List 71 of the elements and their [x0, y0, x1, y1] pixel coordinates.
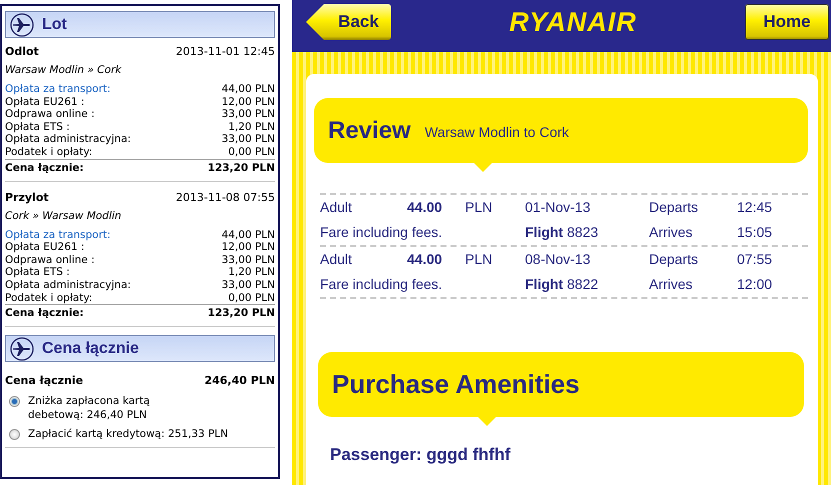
- total-amount: 123,20 PLN: [208, 306, 275, 320]
- plane-icon: [10, 336, 34, 361]
- fare-price: 44.00: [407, 198, 444, 217]
- leg-label: Przylot: [5, 190, 49, 206]
- fare-note: Fare including fees.: [320, 275, 444, 294]
- fee-label: Odprawa online :: [5, 108, 95, 121]
- passenger-type: Adult: [320, 198, 353, 217]
- fee-amount: 44,00 PLN: [222, 83, 275, 96]
- departs-label: Departs: [649, 250, 700, 269]
- leg-datetime: 2013-11-08 07:55: [176, 190, 275, 206]
- total-label: Cena łącznie: [5, 374, 84, 388]
- total-label: Cena łącznie:: [5, 306, 84, 320]
- route-text: Cork » Warsaw Modlin: [5, 208, 122, 223]
- fee-label: Opłata ETS :: [5, 266, 70, 279]
- back-button[interactable]: Back: [306, 4, 391, 40]
- total-label: Cena łącznie:: [5, 160, 84, 175]
- fee-label: Podatek i opłaty:: [5, 292, 92, 304]
- arrives-label: Arrives: [649, 275, 694, 294]
- fee-label: Odprawa online :: [5, 254, 95, 266]
- fee-amount: 33,00 PLN: [222, 278, 275, 292]
- arrival-time: 12:00: [737, 275, 774, 294]
- flight-date: 08-Nov-13: [525, 250, 592, 269]
- fee-amount: 33,00 PLN: [222, 133, 275, 146]
- fare-price: 44.00: [407, 250, 444, 269]
- departs-label: Departs: [649, 198, 700, 217]
- route-text: Warsaw Modlin » Cork: [5, 63, 122, 77]
- section-title: Cena łącznie: [42, 340, 139, 358]
- fee-label: Opłata administracyjna:: [5, 278, 131, 292]
- fee-amount: 33,00 PLN: [222, 108, 275, 121]
- currency: PLN: [465, 198, 494, 217]
- flight-date: 01-Nov-13: [525, 198, 592, 217]
- fee-amount: 0,00 PLN: [228, 292, 275, 304]
- leg-datetime: 2013-11-01 12:45: [176, 44, 275, 60]
- fare-note: Fare including fees.: [320, 223, 444, 242]
- fee-label: Opłata EU261 :: [5, 241, 84, 254]
- fee-label: Opłata ETS :: [5, 120, 70, 134]
- radio-button[interactable]: [9, 429, 20, 440]
- fee-label: Podatek i opłaty:: [5, 146, 92, 159]
- brand-logo: RYANAIR: [509, 6, 637, 38]
- route-subtitle: Warsaw Modlin to Cork: [424, 124, 569, 140]
- passenger-type: Adult: [320, 250, 353, 269]
- arrival-time: 15:05: [737, 223, 774, 242]
- fee-amount: 1,20 PLN: [228, 120, 275, 134]
- radio-button[interactable]: [9, 396, 20, 408]
- option-label: Zniżka zapłacona kartą debetową: 246,40 PLN: [28, 394, 151, 422]
- fee-link[interactable]: Opłata za transport:: [5, 83, 111, 96]
- passenger-name: Passenger: gggd fhfhf: [330, 445, 512, 465]
- fee-amount: 12,00 PLN: [222, 96, 275, 108]
- home-button[interactable]: Home: [744, 4, 829, 40]
- amenities-title: Purchase Amenities: [332, 369, 580, 400]
- plane-icon: [10, 12, 34, 36]
- fee-label: Opłata EU261 :: [5, 96, 84, 108]
- flight-number: Flight 8823: [525, 223, 600, 242]
- fee-amount: 12,00 PLN: [222, 241, 275, 254]
- leg-label: Odlot: [5, 44, 39, 60]
- arrives-label: Arrives: [649, 223, 694, 242]
- departure-time: 12:45: [737, 198, 774, 217]
- option-label: Zapłacić kartą kredytową: 251,33 PLN: [28, 427, 228, 442]
- review-title: Review: [328, 116, 411, 144]
- fee-link[interactable]: Opłata za transport:: [5, 228, 111, 242]
- fee-amount: 0,00 PLN: [228, 146, 275, 159]
- section-title: Lot: [42, 16, 67, 34]
- currency: PLN: [465, 250, 494, 269]
- fee-amount: 44,00 PLN: [222, 228, 275, 242]
- fee-amount: 1,20 PLN: [228, 266, 275, 279]
- departure-time: 07:55: [737, 250, 774, 269]
- fee-label: Opłata administracyjna:: [5, 133, 131, 146]
- fee-amount: 33,00 PLN: [222, 254, 275, 266]
- total-amount: 246,40 PLN: [204, 374, 275, 388]
- flight-number: Flight 8822: [525, 275, 600, 294]
- total-amount: 123,20 PLN: [208, 160, 275, 175]
